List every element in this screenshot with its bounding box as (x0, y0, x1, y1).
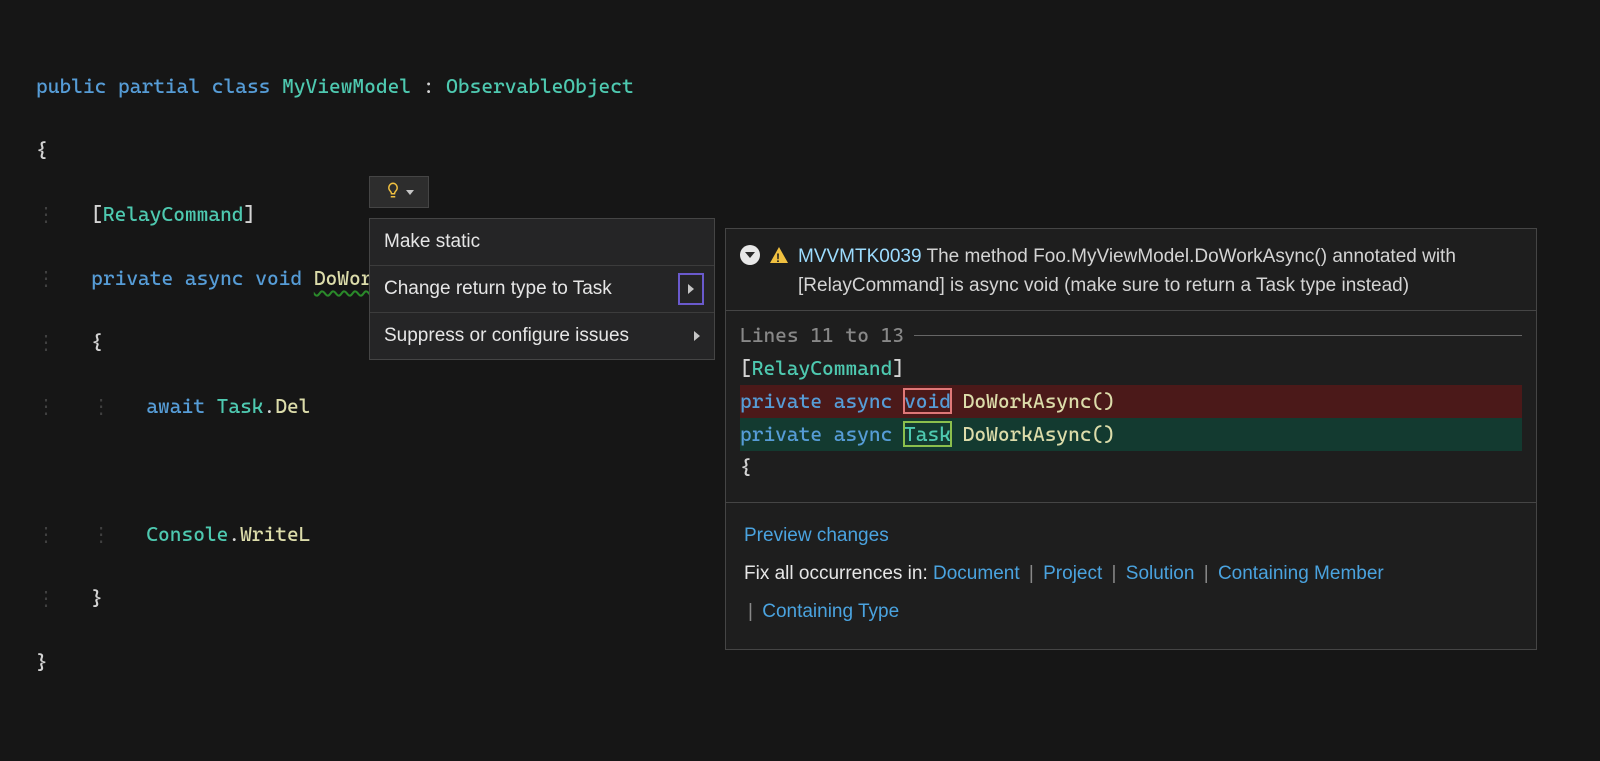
diff-preview: Lines 11 to 13 [RelayCommand] private as… (726, 310, 1536, 502)
code-line: } (36, 646, 1600, 678)
diff-added-line: private async Task DoWorkAsync() (740, 418, 1522, 451)
preview-changes-link[interactable]: Preview changes (744, 525, 889, 546)
chevron-right-icon (694, 331, 700, 341)
quickfix-suppress[interactable]: Suppress or configure issues (370, 313, 714, 359)
fix-project-link[interactable]: Project (1043, 563, 1102, 584)
chevron-right-icon (688, 284, 694, 294)
quickfix-menu: Make static Change return type to Task S… (369, 218, 715, 360)
fix-document-link[interactable]: Document (933, 563, 1020, 584)
lightbulb-button[interactable] (369, 176, 429, 208)
diagnostic-header: MVVMTK0039 The method Foo.MyViewModel.Do… (726, 229, 1536, 310)
fix-type-link[interactable]: Containing Type (762, 601, 899, 622)
quickfix-make-static[interactable]: Make static (370, 219, 714, 266)
diff-context-line: { (740, 451, 1522, 484)
lightbulb-icon (384, 180, 402, 204)
menu-item-label: Suppress or configure issues (384, 325, 629, 347)
codefix-preview-panel: MVVMTK0039 The method Foo.MyViewModel.Do… (725, 228, 1537, 650)
fix-solution-link[interactable]: Solution (1126, 563, 1195, 584)
chevron-down-icon (406, 190, 414, 195)
expand-icon[interactable] (740, 245, 760, 265)
diagnostic-code: MVVMTK0039 (798, 246, 922, 267)
code-line: { (36, 134, 1600, 166)
menu-item-label: Change return type to Task (384, 278, 612, 300)
diff-removed-line: private async void DoWorkAsync() (740, 385, 1522, 418)
diff-context-line: [RelayCommand] (740, 352, 1522, 385)
diff-range-label: Lines 11 to 13 (740, 319, 1522, 352)
fix-all-label: Fix all occurrences in: (744, 563, 928, 584)
submenu-indicator (678, 273, 704, 305)
code-line: public partial class MyViewModel : Obser… (36, 70, 1600, 102)
fix-member-link[interactable]: Containing Member (1218, 563, 1384, 584)
warning-icon (770, 247, 788, 263)
diagnostic-text: MVVMTK0039 The method Foo.MyViewModel.Do… (798, 243, 1522, 300)
code-line: ⋮ [RelayCommand] (36, 198, 1600, 230)
preview-actions: Preview changes Fix all occurrences in: … (726, 502, 1536, 649)
menu-item-label: Make static (384, 231, 480, 253)
quickfix-change-return-type[interactable]: Change return type to Task (370, 266, 714, 313)
